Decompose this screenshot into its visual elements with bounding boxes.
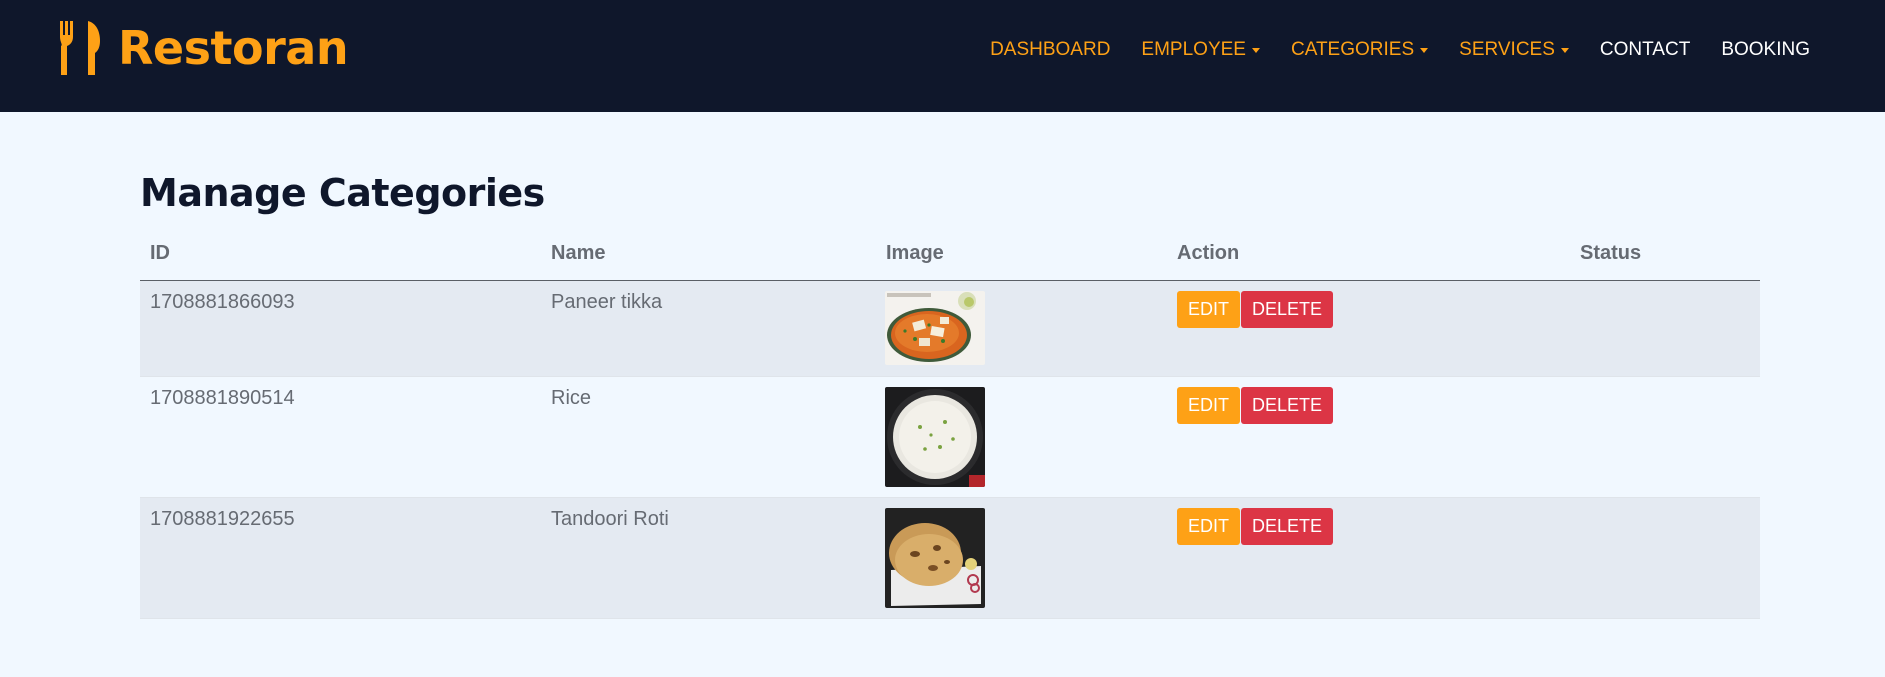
table-header: ID Name Image Action Status: [140, 236, 1760, 281]
brand-name: Restoran: [118, 21, 349, 75]
nav-contact-label: CONTACT: [1599, 39, 1691, 60]
nav-contact[interactable]: CONTACT: [1600, 39, 1690, 61]
brand-logo[interactable]: Restoran: [58, 20, 349, 76]
utensils-icon: [60, 21, 100, 75]
caret-down-icon: [1420, 48, 1429, 53]
top-navbar: Restoran DASHBOARD EMPLOYEE CATEGORIES S…: [0, 0, 1885, 112]
header-action: Action: [1177, 242, 1240, 264]
category-id: 1708881890514: [150, 387, 295, 409]
table-row: 1708881890514 Rice EDIT DELETE: [140, 377, 1760, 498]
row-actions: EDIT DELETE: [1177, 508, 1334, 545]
nav-categories[interactable]: CATEGORIES: [1290, 39, 1429, 61]
categories-table: ID Name Image Action Status 170888186609…: [140, 236, 1760, 619]
table-row: 1708881866093 Paneer tikka EDIT DELETE: [140, 281, 1760, 377]
nav-dashboard[interactable]: DASHBOARD: [990, 39, 1110, 61]
category-id: 1708881922655: [150, 508, 295, 530]
caret-down-icon: [1251, 48, 1260, 53]
nav-services[interactable]: SERVICES: [1459, 39, 1569, 61]
header-name: Name: [551, 242, 606, 264]
nav-booking-label: BOOKING: [1721, 39, 1810, 60]
header-id: ID: [150, 242, 170, 264]
row-actions: EDIT DELETE: [1177, 387, 1334, 424]
category-id: 1708881866093: [150, 291, 295, 313]
paneer-tikka-image: [885, 291, 985, 365]
delete-button[interactable]: DELETE: [1241, 291, 1334, 328]
edit-button[interactable]: EDIT: [1177, 291, 1241, 328]
header-image: Image: [886, 242, 944, 264]
nav-categories-label: CATEGORIES: [1290, 39, 1415, 60]
delete-button[interactable]: DELETE: [1241, 387, 1334, 424]
nav-employee-label: EMPLOYEE: [1141, 39, 1246, 60]
nav-booking[interactable]: BOOKING: [1721, 39, 1810, 61]
tandoori-roti-image: [885, 508, 985, 608]
header-status: Status: [1580, 242, 1642, 264]
nav-employee[interactable]: EMPLOYEE: [1141, 39, 1260, 61]
category-name: Rice: [551, 387, 592, 409]
page-title: Manage Categories: [140, 171, 545, 215]
rice-image: [885, 387, 985, 487]
table-row: 1708881922655 Tandoori Roti EDIT DELETE: [140, 498, 1760, 619]
nav-services-label: SERVICES: [1459, 39, 1555, 60]
nav-dashboard-label: DASHBOARD: [990, 39, 1111, 60]
main-nav: DASHBOARD EMPLOYEE CATEGORIES SERVICES C…: [990, 36, 1810, 64]
category-name: Tandoori Roti: [551, 508, 669, 530]
edit-button[interactable]: EDIT: [1177, 508, 1241, 545]
caret-down-icon: [1560, 48, 1569, 53]
edit-button[interactable]: EDIT: [1177, 387, 1241, 424]
row-actions: EDIT DELETE: [1177, 291, 1334, 328]
category-name: Paneer tikka: [551, 291, 663, 313]
delete-button[interactable]: DELETE: [1241, 508, 1334, 545]
